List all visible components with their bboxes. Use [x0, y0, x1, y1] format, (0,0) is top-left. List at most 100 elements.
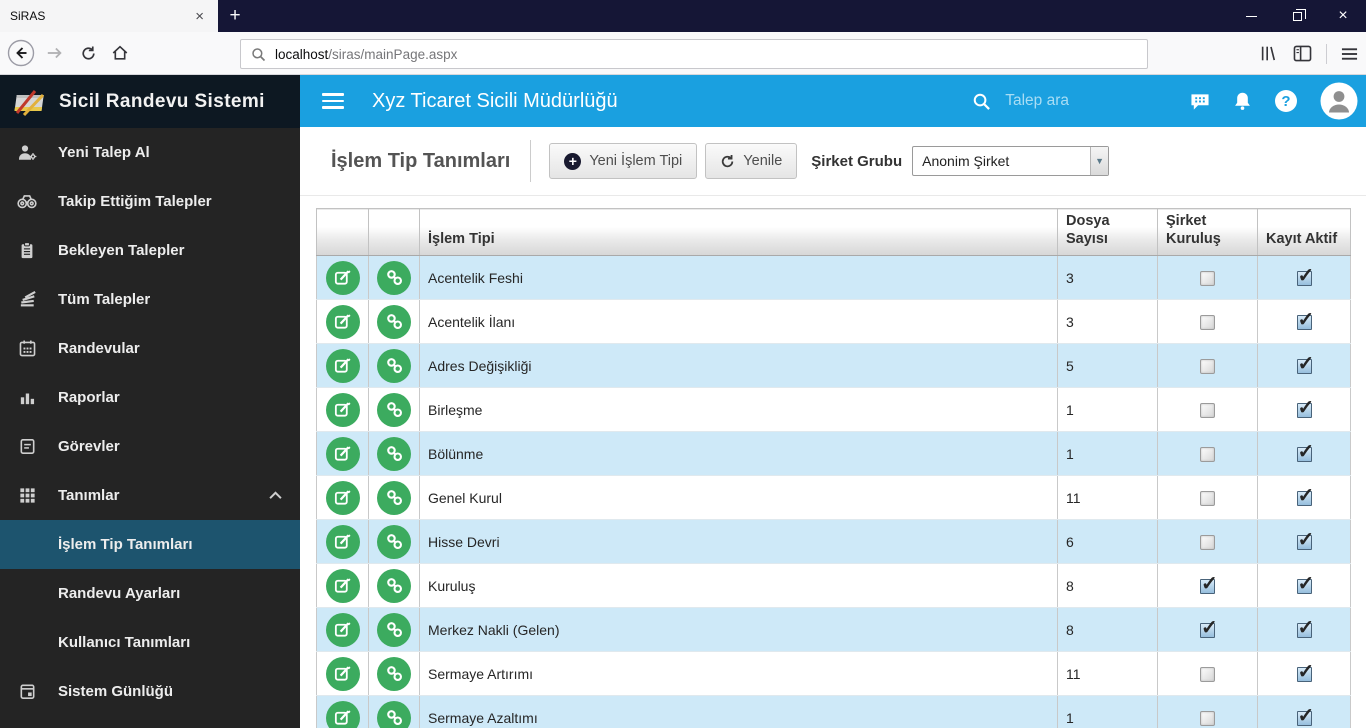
- calendar-icon: [15, 339, 39, 358]
- refresh-button[interactable]: Yenile: [705, 143, 798, 179]
- sidebar-toggle-button[interactable]: [1293, 45, 1312, 62]
- link-button[interactable]: [377, 304, 411, 339]
- sidebar-item-tum-talepler[interactable]: Tüm Talepler: [0, 275, 300, 324]
- link-button[interactable]: [377, 568, 411, 603]
- table-row: Hisse Devri 6: [316, 519, 1351, 565]
- browser-tab[interactable]: SiRAS ×: [0, 0, 218, 32]
- sidebar-item-raporlar[interactable]: Raporlar: [0, 373, 300, 422]
- link-button[interactable]: [377, 348, 411, 383]
- edit-icon: [334, 666, 351, 681]
- table-row: Birleşme 1: [316, 387, 1351, 433]
- sidebar-item-randevular[interactable]: Randevular: [0, 324, 300, 373]
- sidebar-item-islem-tip-tanimlari[interactable]: İşlem Tip Tanımları: [0, 520, 300, 569]
- islem-tipi-cell: Merkez Nakli (Gelen): [419, 607, 1058, 653]
- help-button[interactable]: ?: [1274, 89, 1298, 113]
- sidebar-item-label: Raporlar: [58, 389, 120, 406]
- dosya-sayisi-cell: 1: [1057, 431, 1158, 477]
- sirket-kurulus-checkbox[interactable]: [1200, 315, 1215, 331]
- forward-button[interactable]: [46, 44, 64, 62]
- close-button[interactable]: ×: [1320, 0, 1366, 32]
- kayit-aktif-checkbox[interactable]: [1296, 395, 1314, 420]
- sidebar-item-takip-ettigim-talepler[interactable]: Takip Ettiğim Talepler: [0, 177, 300, 226]
- hamburger-icon: [1341, 47, 1358, 60]
- sidebar-item-randevu-ayarlari[interactable]: Randevu Ayarları: [0, 569, 300, 618]
- tab-close-icon[interactable]: ×: [191, 8, 208, 25]
- sidebar-item-tanimlar[interactable]: Tanımlar: [0, 471, 300, 520]
- url-path: /siras/mainPage.aspx: [328, 46, 458, 62]
- sidebar-item-gorevler[interactable]: Görevler: [0, 422, 300, 471]
- sidebar-item-sistem-gunlugu[interactable]: Sistem Günlüğü: [0, 667, 300, 716]
- sirket-kurulus-checkbox[interactable]: [1200, 711, 1215, 727]
- kayit-aktif-checkbox[interactable]: [1296, 263, 1314, 288]
- sirket-kurulus-checkbox[interactable]: [1200, 271, 1215, 287]
- restore-button[interactable]: [1274, 0, 1320, 32]
- talep-search[interactable]: Talep ara: [972, 92, 1069, 111]
- new-tab-button[interactable]: +: [218, 0, 252, 32]
- sidebar-item-bekleyen-talepler[interactable]: Bekleyen Talepler: [0, 226, 300, 275]
- sidebar-item-label: Tanımlar: [58, 487, 120, 504]
- sirket-kurulus-checkbox[interactable]: [1200, 535, 1215, 551]
- edit-button[interactable]: [325, 480, 360, 515]
- edit-button[interactable]: [325, 568, 360, 603]
- sirket-kurulus-checkbox[interactable]: [1200, 403, 1215, 419]
- new-islem-tipi-button[interactable]: + Yeni İşlem Tipi: [549, 143, 698, 179]
- edit-button[interactable]: [325, 656, 360, 691]
- sirket-kurulus-checkbox[interactable]: [1200, 447, 1215, 463]
- kayit-aktif-checkbox[interactable]: [1296, 439, 1314, 464]
- back-button[interactable]: [6, 38, 36, 68]
- home-button[interactable]: [111, 44, 129, 62]
- kayit-aktif-checkbox[interactable]: [1296, 527, 1314, 552]
- sirket-kurulus-checkbox[interactable]: [1200, 571, 1218, 596]
- chat-icon: [1191, 93, 1209, 110]
- edit-button[interactable]: [325, 304, 360, 339]
- table-row: Sermaye Artırımı 11: [316, 651, 1351, 697]
- sidebar-item-yeni-talep-al[interactable]: Yeni Talep Al: [0, 128, 300, 177]
- link-button[interactable]: [377, 612, 411, 647]
- sidebar-item-kullanici-tanimlari[interactable]: Kullanıcı Tanımları: [0, 618, 300, 667]
- edit-button[interactable]: [325, 700, 360, 728]
- sidebar-item-label: Tüm Talepler: [58, 291, 151, 308]
- sirket-kurulus-checkbox[interactable]: [1200, 359, 1215, 375]
- menu-button[interactable]: [1341, 47, 1358, 61]
- minimize-button[interactable]: [1228, 0, 1274, 32]
- sirket-grubu-select[interactable]: Anonim Şirket ▼: [912, 146, 1110, 176]
- edit-button[interactable]: [325, 392, 360, 427]
- sidebar-item-label: Kullanıcı Tanımları: [58, 634, 191, 651]
- link-button[interactable]: [377, 436, 411, 471]
- edit-button[interactable]: [325, 348, 360, 383]
- link-button[interactable]: [377, 524, 411, 559]
- kayit-aktif-checkbox[interactable]: [1296, 307, 1314, 332]
- user-menu-button[interactable]: [1320, 82, 1358, 120]
- kayit-aktif-checkbox[interactable]: [1296, 483, 1314, 508]
- sidebar-brand[interactable]: Sicil Randevu Sistemi: [0, 75, 300, 128]
- link-button[interactable]: [377, 480, 411, 515]
- sirket-kurulus-checkbox[interactable]: [1200, 667, 1215, 683]
- edit-button[interactable]: [325, 436, 360, 471]
- link-button[interactable]: [377, 656, 411, 691]
- sidebar-collapse-button[interactable]: [322, 93, 344, 109]
- kayit-aktif-checkbox[interactable]: [1296, 615, 1314, 640]
- url-bar[interactable]: localhost/siras/mainPage.aspx: [240, 39, 1148, 69]
- page-title: İşlem Tip Tanımları: [331, 149, 511, 172]
- kayit-aktif-checkbox[interactable]: [1296, 659, 1314, 684]
- chevron-down-icon: ▼: [1090, 147, 1109, 175]
- reload-button[interactable]: [80, 45, 97, 62]
- library-button[interactable]: [1259, 45, 1279, 62]
- link-icon: [386, 534, 402, 550]
- link-button[interactable]: [377, 392, 411, 427]
- messages-button[interactable]: [1189, 92, 1211, 111]
- edit-button[interactable]: [325, 260, 360, 295]
- edit-button[interactable]: [325, 524, 360, 559]
- kayit-aktif-checkbox[interactable]: [1296, 571, 1314, 596]
- edit-icon: [334, 490, 351, 505]
- link-button[interactable]: [377, 260, 411, 295]
- link-icon: [386, 622, 402, 638]
- sirket-kurulus-checkbox[interactable]: [1200, 615, 1218, 640]
- edit-button[interactable]: [325, 612, 360, 647]
- link-button[interactable]: [377, 700, 411, 728]
- kayit-aktif-checkbox[interactable]: [1296, 351, 1314, 376]
- kayit-aktif-checkbox[interactable]: [1296, 703, 1314, 728]
- notifications-button[interactable]: [1233, 91, 1252, 111]
- islem-tipi-cell: Bölünme: [419, 431, 1058, 477]
- sirket-kurulus-checkbox[interactable]: [1200, 491, 1215, 507]
